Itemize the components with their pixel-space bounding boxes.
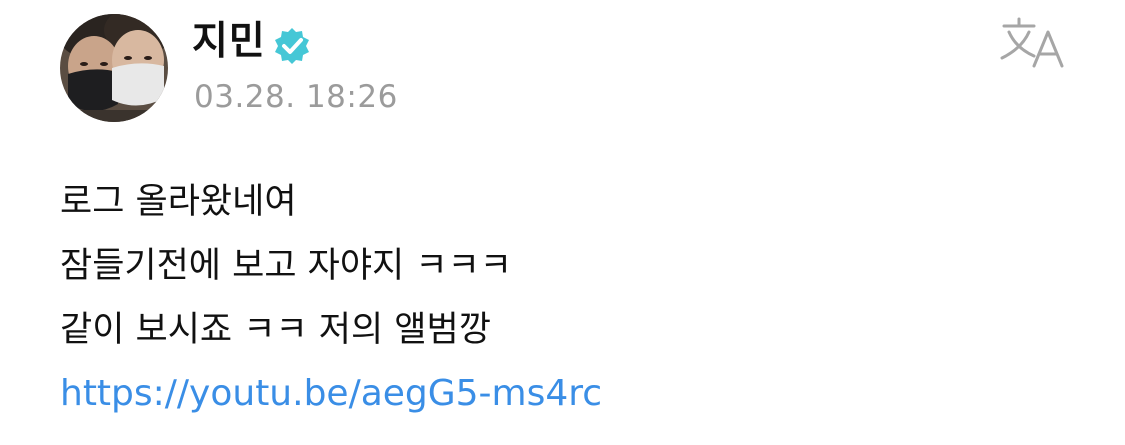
author-name[interactable]: 지민 [192, 16, 266, 68]
youtube-link[interactable]: https://youtu.be/aegG5-ms4rc [60, 362, 1060, 426]
post-timestamp: 03.28. 18:26 [194, 79, 398, 115]
post-card: 지민 03.28. 18:26 로그 올라왔네여 잠들기전에 보고 자야지 ㅋㅋ… [0, 0, 1125, 445]
translate-icon [1000, 17, 1064, 68]
post-body: 로그 올라왔네여 잠들기전에 보고 자야지 ㅋㅋㅋ 같이 보시죠 ㅋㅋ 저의 앨… [60, 170, 1060, 426]
avatar-photo [60, 14, 168, 122]
avatar[interactable] [60, 14, 168, 122]
post-line: 잠들기전에 보고 자야지 ㅋㅋㅋ [60, 246, 512, 286]
post-line: 같이 보시죠 ㅋㅋ 저의 앨범깡 [60, 310, 491, 350]
verified-badge-icon [275, 28, 309, 64]
translate-button[interactable] [998, 14, 1070, 74]
post-line: 로그 올라왔네여 [60, 182, 297, 222]
